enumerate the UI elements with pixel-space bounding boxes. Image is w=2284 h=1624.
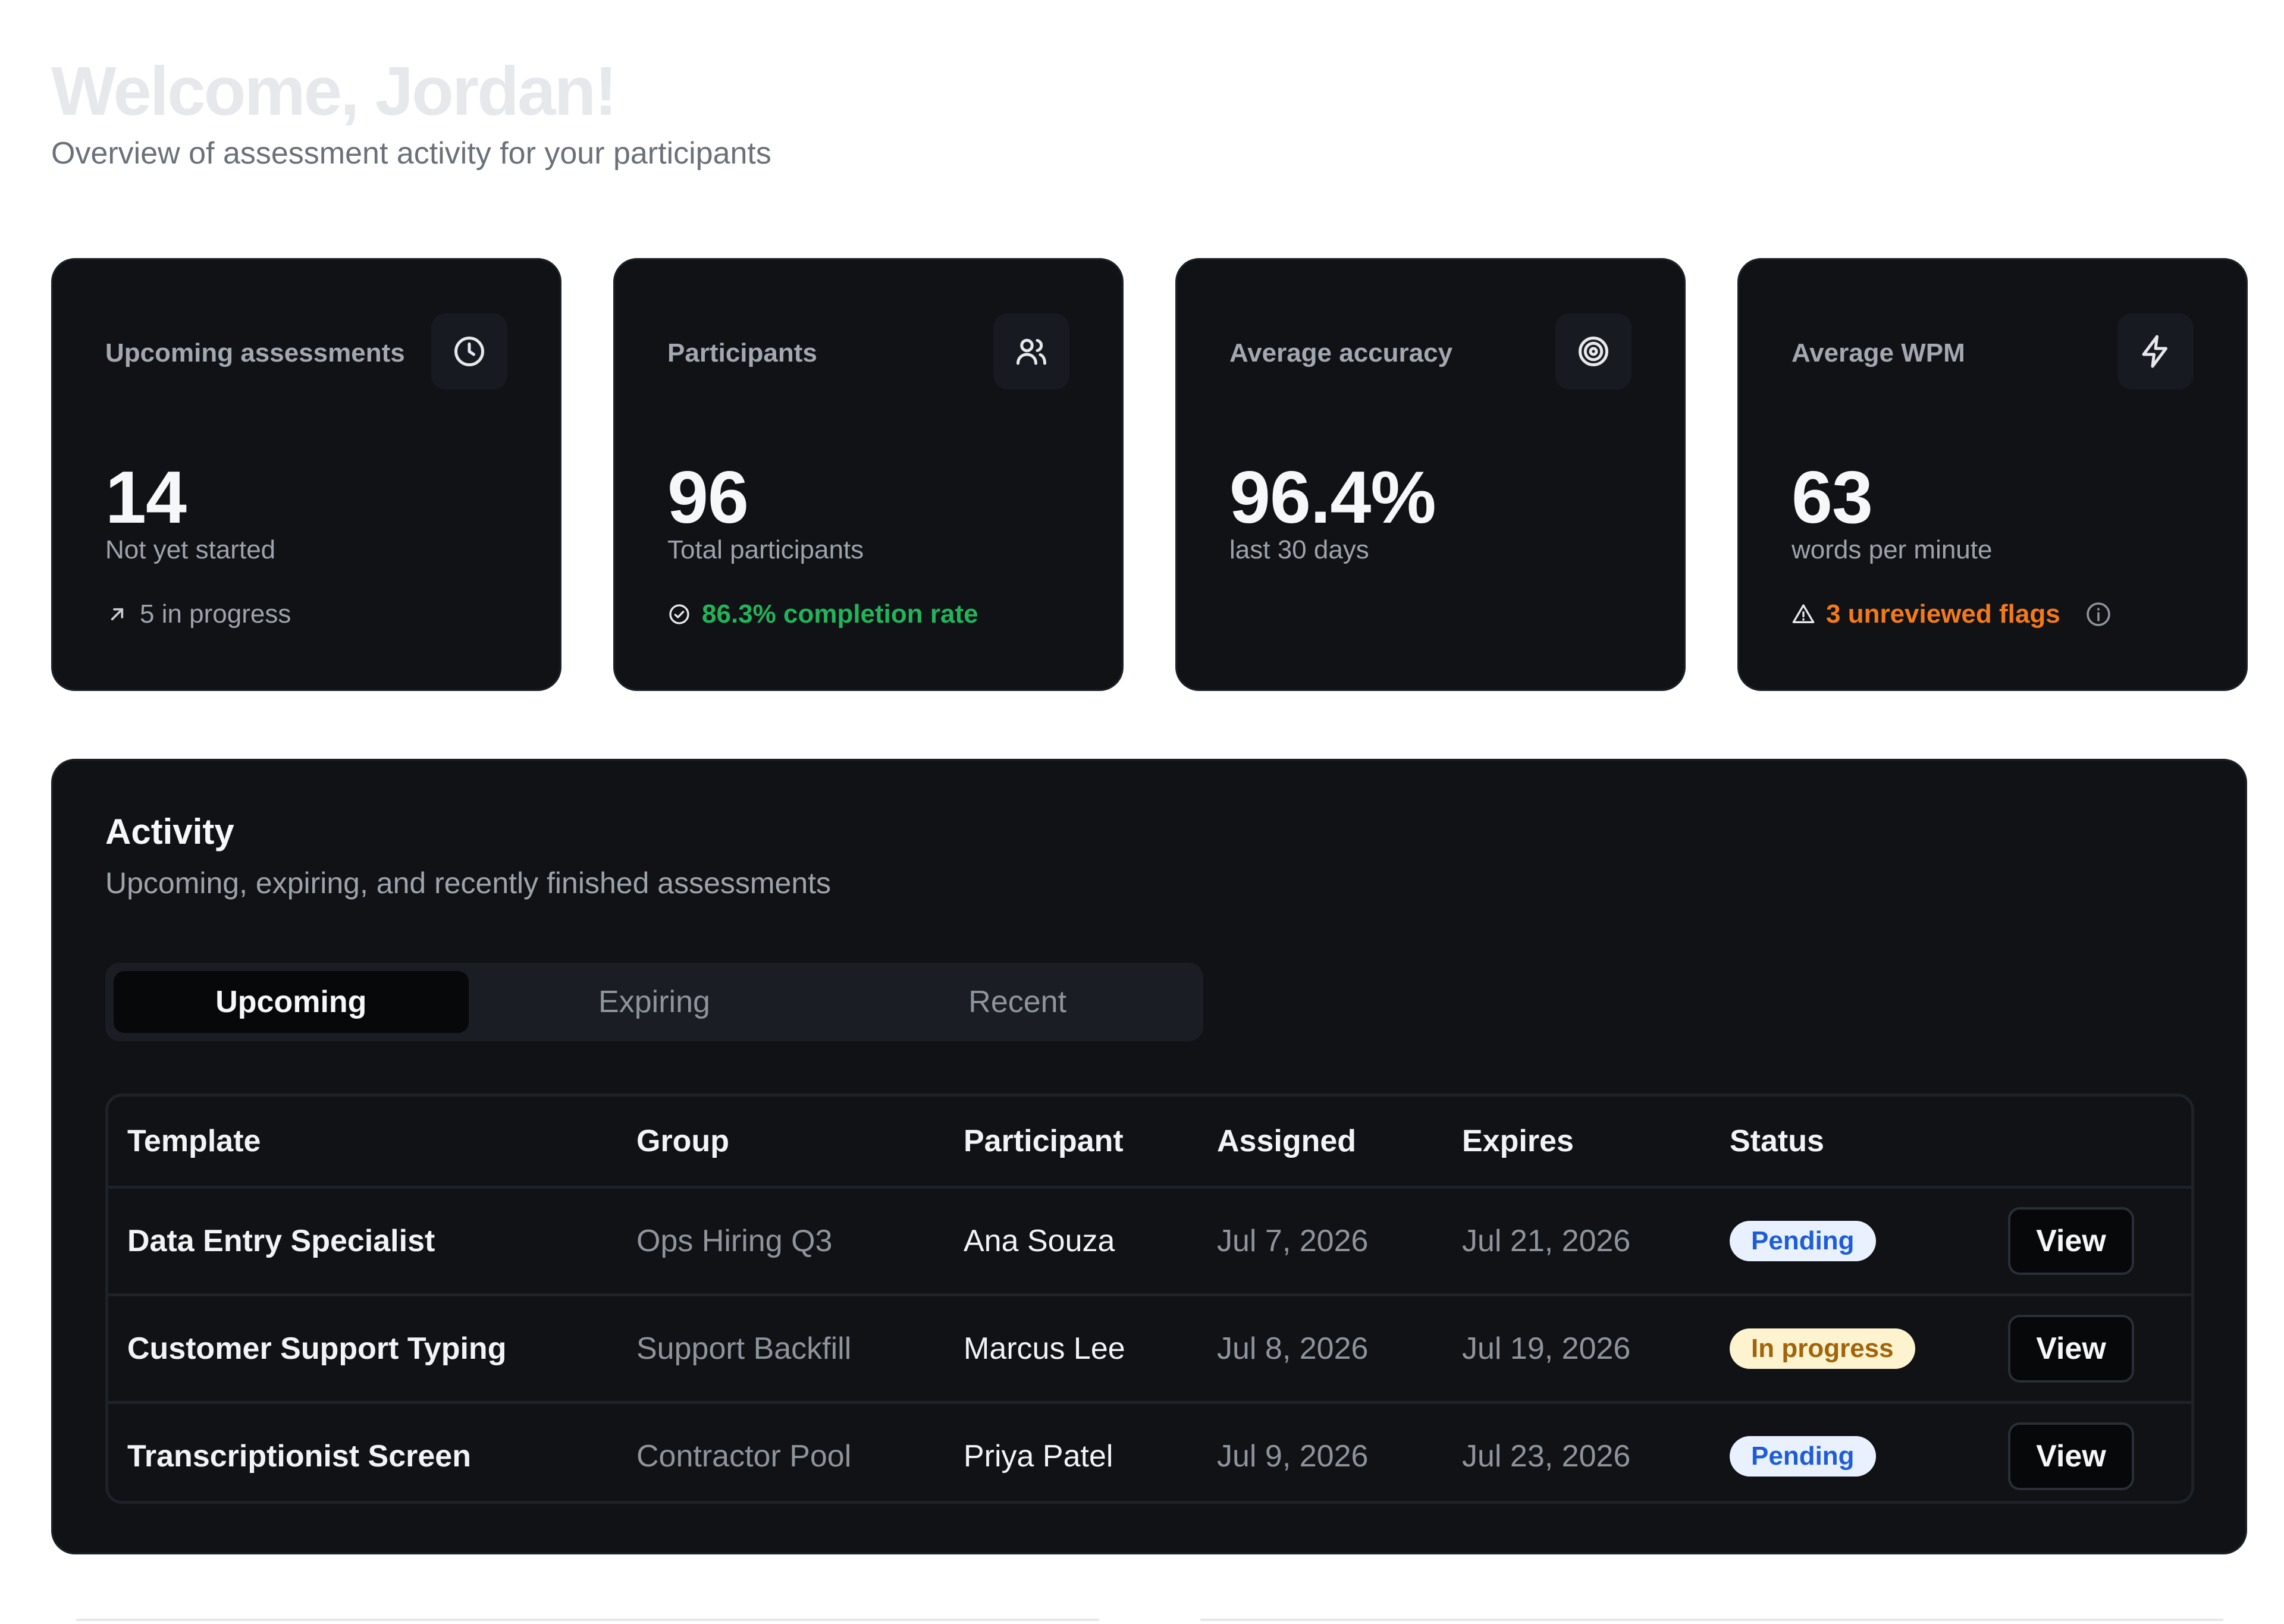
tab-recent[interactable]: Recent [840, 971, 1195, 1033]
column-header-participant: Participant [964, 1124, 1124, 1158]
page-subtitle: Overview of assessment activity for your… [51, 136, 771, 171]
stat-label: Average accuracy [1229, 338, 1453, 367]
stat-cards: Upcoming assessments 14 Not yet started … [51, 258, 2248, 691]
status-cell: In progress [1711, 1293, 1989, 1403]
action-cell: View [1989, 1401, 2191, 1501]
stat-card-wpm: Average WPM 63 words per minute 3 unrevi… [1737, 258, 2248, 691]
activity-table: Template Group Participant Assigned Expi… [105, 1094, 2194, 1504]
column-header-assigned: Assigned [1217, 1124, 1357, 1158]
view-button[interactable]: View [2008, 1315, 2134, 1383]
next-panel-edge-right [1200, 1619, 2223, 1621]
view-button[interactable]: View [2008, 1207, 2134, 1275]
info-icon[interactable] [2084, 600, 2113, 629]
template-cell: Customer Support Typing [108, 1293, 617, 1403]
table-row: Customer Support Typing Support Backfill… [108, 1293, 2191, 1403]
participant-cell: Marcus Lee [945, 1293, 1198, 1403]
table-row: Data Entry Specialist Ops Hiring Q3 Ana … [108, 1186, 2191, 1295]
stat-card-upcoming: Upcoming assessments 14 Not yet started … [51, 258, 561, 691]
activity-panel: Activity Upcoming, expiring, and recentl… [51, 759, 2247, 1554]
status-badge: In progress [1730, 1328, 1915, 1369]
column-header-expires: Expires [1462, 1124, 1574, 1158]
stat-caption: last 30 days [1229, 535, 1369, 564]
status-badge: Pending [1730, 1436, 1876, 1477]
stat-caption: Not yet started [105, 535, 276, 564]
stat-footer-text: 3 unreviewed flags [1826, 599, 2060, 629]
group-cell: Ops Hiring Q3 [617, 1186, 945, 1295]
stat-card-accuracy: Average accuracy 96.4% last 30 days [1175, 258, 1686, 691]
assigned-cell: Jul 9, 2026 [1198, 1401, 1443, 1501]
status-cell: Pending [1711, 1186, 1989, 1295]
participant-cell: Priya Patel [945, 1401, 1198, 1501]
stat-footer: 86.3% completion rate [667, 598, 978, 631]
stat-label: Average WPM [1792, 338, 1965, 367]
expires-cell: Jul 23, 2026 [1443, 1401, 1711, 1501]
stat-footer: 5 in progress [105, 598, 291, 631]
column-header-group: Group [636, 1124, 729, 1158]
stat-card-participants: Participants 96 Total participants 86.3%… [613, 258, 1124, 691]
column-header-template: Template [127, 1124, 261, 1158]
action-cell: View [1989, 1293, 2191, 1403]
next-panel-edge-left [76, 1619, 1099, 1621]
group-cell: Support Backfill [617, 1293, 945, 1403]
stat-caption: Total participants [667, 535, 864, 564]
view-button[interactable]: View [2008, 1422, 2134, 1490]
target-icon [1555, 313, 1632, 389]
activity-title: Activity [105, 812, 234, 852]
page-title: Welcome, Jordan! [51, 52, 617, 130]
column-header-status: Status [1730, 1124, 1824, 1158]
column-header-actions [1989, 1097, 2191, 1188]
stat-value: 63 [1792, 457, 1873, 539]
tab-expiring[interactable]: Expiring [477, 971, 832, 1033]
expires-cell: Jul 19, 2026 [1443, 1293, 1711, 1403]
stat-value: 96.4% [1229, 457, 1436, 539]
stat-footer: 3 unreviewed flags [1792, 598, 2113, 631]
status-cell: Pending [1711, 1401, 1989, 1501]
stat-label: Upcoming assessments [105, 338, 405, 367]
group-cell: Contractor Pool [617, 1401, 945, 1501]
assigned-cell: Jul 8, 2026 [1198, 1293, 1443, 1403]
lightning-icon [2117, 313, 2194, 389]
stat-value: 14 [105, 457, 187, 539]
action-cell: View [1989, 1186, 2191, 1295]
tab-upcoming[interactable]: Upcoming [114, 971, 469, 1033]
participant-cell: Ana Souza [945, 1186, 1198, 1295]
table-header-row: Template Group Participant Assigned Expi… [108, 1097, 2191, 1188]
stat-footer-text: 5 in progress [140, 599, 291, 629]
activity-tabs: Upcoming Expiring Recent [105, 963, 1203, 1041]
expires-cell: Jul 21, 2026 [1443, 1186, 1711, 1295]
arrow-up-right-icon [111, 608, 124, 621]
page-header: Welcome, Jordan! Overview of assessment … [51, 52, 771, 172]
stat-label: Participants [667, 338, 817, 367]
assigned-cell: Jul 7, 2026 [1198, 1186, 1443, 1295]
clock-icon [431, 313, 507, 389]
template-cell: Transcriptionist Screen [108, 1401, 617, 1501]
users-icon [993, 313, 1069, 389]
table-row: Transcriptionist Screen Contractor Pool … [108, 1401, 2191, 1501]
template-cell: Data Entry Specialist [108, 1186, 617, 1295]
check-circle-icon [669, 604, 689, 624]
stat-value: 96 [667, 457, 749, 539]
activity-subtitle: Upcoming, expiring, and recently finishe… [105, 866, 832, 900]
status-badge: Pending [1730, 1221, 1876, 1261]
stat-footer-text: 86.3% completion rate [702, 599, 978, 629]
warning-triangle-icon [1792, 604, 1815, 623]
stat-caption: words per minute [1792, 535, 1993, 564]
